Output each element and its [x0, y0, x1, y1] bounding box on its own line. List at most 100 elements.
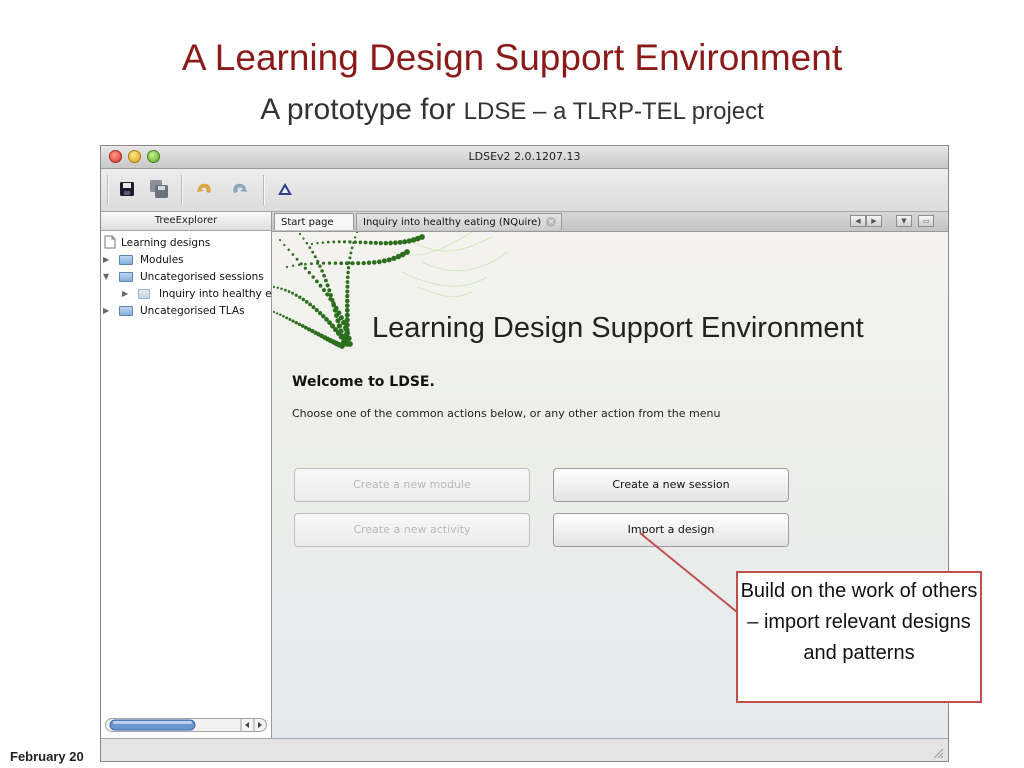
logo-dot [356, 261, 361, 266]
logo-dot [311, 305, 316, 310]
maximize-panel-icon[interactable]: ▭ [918, 215, 934, 227]
tab-list-dropdown-icon[interactable]: ▼ [896, 215, 912, 227]
logo-dot [344, 322, 350, 328]
undo-icon[interactable] [193, 177, 217, 201]
create-new-module-button[interactable]: Create a new module [294, 468, 530, 502]
logo-dot [358, 240, 363, 245]
logo-dot [388, 240, 393, 246]
logo-dot [344, 303, 350, 308]
logo-dot [285, 265, 289, 269]
logo-dot [348, 256, 352, 260]
logo-dot [344, 317, 350, 323]
logo-dot [339, 343, 345, 349]
collapse-arrow-icon[interactable]: ▼ [103, 270, 109, 284]
logo-dot [346, 266, 351, 270]
tab-start-page[interactable]: Start page [274, 213, 354, 230]
logo-dot [311, 275, 315, 279]
logo-dot [311, 250, 315, 254]
tree-item-modules[interactable]: Modules [140, 253, 184, 267]
tree-item-uncategorised-sessions[interactable]: Uncategorised sessions [140, 270, 264, 284]
toolbar-separator [181, 175, 183, 205]
import-design-button[interactable]: Import a design [553, 513, 789, 547]
logo-dot [397, 239, 403, 245]
logo-dot [272, 310, 276, 314]
editor-tabs-bar: Start page Inquiry into healthy eating (… [272, 212, 948, 232]
resize-grip-icon[interactable] [932, 747, 944, 759]
redo-icon[interactable] [227, 177, 251, 201]
logo-dot [303, 266, 307, 270]
logo-dot [275, 312, 279, 315]
logo-dot [343, 337, 349, 343]
logo-dot [280, 287, 283, 291]
save-icon[interactable] [115, 177, 139, 201]
close-tab-icon[interactable]: × [546, 217, 557, 227]
window-titlebar: LDSEv2 2.0.1207.13 [101, 146, 948, 169]
logo-dot [346, 270, 350, 275]
slide-title: A Learning Design Support Environment [181, 37, 843, 78]
logo-dot [282, 314, 285, 318]
create-new-session-button[interactable]: Create a new session [553, 468, 789, 502]
logo-dot [315, 261, 320, 265]
tree-item-uncategorised-tlas[interactable]: Uncategorised TLAs [140, 304, 245, 318]
logo-dot [350, 246, 354, 250]
tree-root-learning-designs[interactable]: Learning designs [121, 236, 210, 250]
expand-arrow-icon[interactable]: ▶ [103, 304, 109, 318]
logo-dot [350, 261, 355, 266]
logo-dot [339, 261, 344, 266]
logo-dot [376, 259, 382, 265]
logo-dot [294, 321, 298, 325]
toolbar-separator [263, 175, 265, 205]
create-new-activity-button[interactable]: Create a new activity [294, 513, 530, 547]
logo-dot [344, 307, 350, 313]
logo-dot [308, 302, 313, 307]
logo-dot [335, 318, 341, 324]
scroll-tabs-right-icon[interactable]: ▶ [866, 215, 882, 227]
tree-horizontal-scrollbar[interactable] [105, 718, 267, 732]
logo-dot [343, 332, 350, 338]
logo-dot [294, 293, 298, 297]
logo-dot [316, 242, 319, 245]
logo-dot [302, 237, 305, 240]
expand-arrow-icon[interactable]: ▶ [103, 253, 109, 267]
logo-dot [310, 262, 313, 266]
toolbar [101, 169, 948, 212]
logo-dot [313, 255, 317, 259]
logo-dot [345, 293, 350, 299]
slide-footer: February 20 [10, 749, 84, 764]
session-icon [138, 289, 150, 299]
logo-dot [337, 240, 341, 244]
triangle-icon[interactable] [273, 177, 297, 201]
logo-dot [283, 243, 286, 247]
logo-dot [368, 240, 373, 245]
logo-dot [291, 291, 295, 295]
logo-dot [317, 310, 323, 316]
logo-dot [330, 297, 335, 303]
window-title: LDSEv2 2.0.1207.13 [468, 150, 581, 163]
logo-dot [295, 257, 299, 261]
logo-dot [283, 288, 287, 292]
logo-dot [278, 238, 282, 242]
logo-dot [272, 285, 276, 289]
logo-dot [345, 284, 350, 289]
tab-inquiry-healthy-eating[interactable]: Inquiry into healthy eating (NQuire) × [356, 213, 562, 230]
logo-dot [391, 255, 397, 262]
logo-dot [353, 236, 357, 239]
logo-dot [305, 241, 309, 245]
scroll-tabs-left-icon[interactable]: ◀ [850, 215, 866, 227]
logo-dot [325, 283, 330, 288]
logo-dot [318, 283, 323, 288]
logo-dot [314, 308, 319, 313]
logo-dot [321, 241, 325, 244]
logo-dot [336, 323, 343, 329]
tab-label: Start page [281, 217, 334, 228]
logo-dot [320, 269, 324, 273]
save-all-icon[interactable] [147, 177, 171, 201]
logo-dot [322, 273, 326, 278]
expand-arrow-icon[interactable]: ▶ [122, 287, 128, 301]
tree-item-inquiry-session[interactable]: Inquiry into healthy e [159, 287, 272, 301]
logo-dot [298, 232, 302, 236]
logo-dot [402, 239, 408, 245]
logo-dot [345, 275, 350, 280]
ldse-banner: Learning Design Support Environment [372, 312, 864, 344]
logo-dot [321, 261, 326, 265]
